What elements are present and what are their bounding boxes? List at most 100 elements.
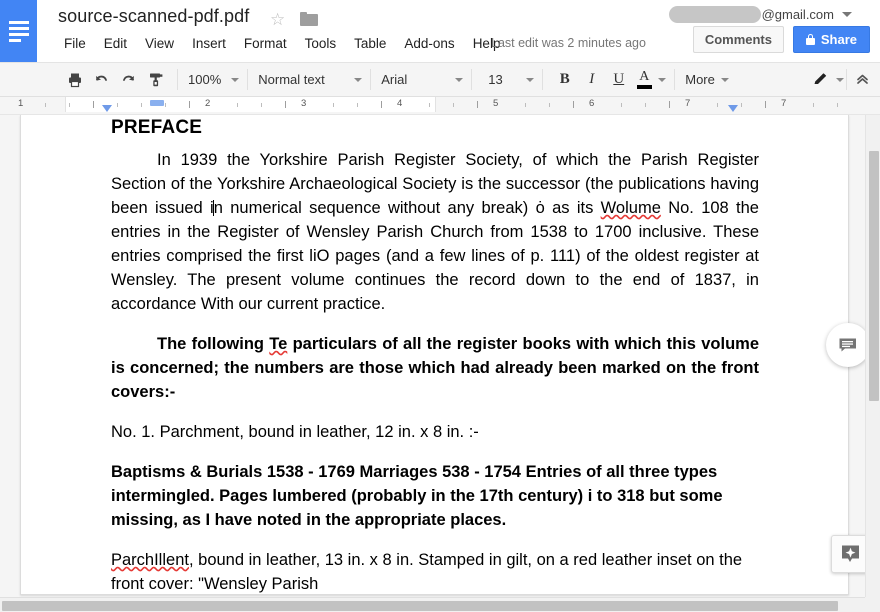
menu-item-tools[interactable]: Tools — [296, 34, 346, 53]
paint-format-icon[interactable] — [142, 66, 169, 93]
paragraph-2-lead: The following — [157, 335, 269, 353]
toolbar-divider — [542, 69, 543, 90]
account-chip[interactable]: @gmail.com — [669, 6, 852, 23]
toolbar-group-actions — [55, 62, 175, 97]
zoom-select[interactable]: 100% — [180, 66, 245, 93]
tab-stop-marker[interactable] — [150, 100, 164, 106]
misspelled-word[interactable]: ParchIllent — [111, 551, 189, 569]
chevron-down-icon — [526, 78, 534, 82]
chevron-down-icon[interactable] — [658, 78, 666, 82]
more-label: More — [685, 72, 715, 87]
toolbar: 100% Normal text Arial 13 B I U A — [0, 62, 880, 97]
indent-marker-right[interactable] — [728, 105, 738, 112]
toolbar-divider — [177, 69, 178, 90]
document-title[interactable]: source-scanned-pdf.pdf — [58, 6, 249, 27]
last-edit-status[interactable]: Last edit was 2 minutes ago — [491, 36, 646, 50]
chevron-down-icon[interactable] — [842, 12, 852, 17]
paragraph-1[interactable]: In 1939 the Yorkshire Parish Register So… — [111, 148, 759, 316]
redacted-account-name — [669, 6, 761, 23]
ruler-number: 1 — [18, 98, 23, 109]
text-color-swatch — [637, 85, 652, 89]
vertical-scrollbar-thumb[interactable] — [869, 151, 879, 401]
lock-icon — [806, 34, 815, 45]
more-button[interactable]: More — [677, 66, 735, 93]
menu-item-format[interactable]: Format — [235, 34, 296, 53]
underline-button[interactable]: U — [605, 66, 632, 93]
logo-line — [9, 21, 29, 24]
undo-icon[interactable] — [88, 66, 115, 93]
menu-item-view[interactable]: View — [136, 34, 183, 53]
account-email: @gmail.com — [762, 7, 834, 22]
toolbar-divider — [370, 69, 371, 90]
comments-button[interactable]: Comments — [693, 26, 784, 53]
logo-line — [9, 33, 29, 36]
ruler-number: 7 — [781, 98, 786, 109]
menu-item-file[interactable]: File — [58, 34, 95, 53]
text-color-button[interactable]: A — [632, 66, 656, 93]
toolbar-group-format: B I U A — [545, 62, 672, 97]
share-button[interactable]: Share — [793, 26, 870, 53]
menu-bar: File Edit View Insert Format Tools Table… — [58, 34, 509, 53]
ruler-number: 2 — [205, 98, 210, 109]
ruler-number: 3 — [301, 98, 306, 109]
app-header: source-scanned-pdf.pdf ☆ File Edit View … — [0, 0, 880, 62]
chevron-down-icon — [354, 78, 362, 82]
chevron-down-icon — [455, 78, 463, 82]
paragraph-style-select[interactable]: Normal text — [250, 66, 368, 93]
font-family-select[interactable]: Arial — [373, 66, 469, 93]
misspelled-word[interactable]: Wolume — [601, 199, 661, 217]
pencil-icon[interactable] — [807, 66, 834, 93]
ruler-number: 4 — [397, 98, 402, 109]
document-page[interactable]: PREFACE In 1939 the Yorkshire Parish Reg… — [20, 115, 849, 595]
chevron-down-icon — [721, 78, 729, 82]
ruler[interactable]: 1 2 3 4 5 6 7 7 — [0, 97, 880, 115]
menu-item-insert[interactable]: Insert — [183, 34, 235, 53]
zoom-value: 100% — [188, 72, 221, 87]
toolbar-divider — [247, 69, 248, 90]
ruler-number: 7 — [685, 98, 690, 109]
document-body[interactable]: PREFACE In 1939 the Yorkshire Parish Reg… — [111, 115, 759, 597]
scrollbar-corner — [865, 597, 880, 612]
bold-button[interactable]: B — [551, 66, 578, 93]
ruler-number: 5 — [493, 98, 498, 109]
vertical-scrollbar[interactable] — [865, 115, 880, 597]
paragraph-3[interactable]: No. 1. Parchment, bound in leather, 12 i… — [111, 420, 759, 444]
font-family-value: Arial — [381, 72, 407, 87]
chevron-down-icon — [231, 78, 239, 82]
menu-item-edit[interactable]: Edit — [95, 34, 136, 53]
docs-logo-icon[interactable] — [0, 0, 37, 62]
paragraph-4[interactable]: Baptisms & Burials 1538 - 1769 Marriages… — [111, 460, 759, 532]
chevron-double-up-icon[interactable] — [849, 66, 876, 93]
paragraph-1-text-after-caret: n numerical sequence without any break) … — [214, 199, 601, 217]
lock-body — [806, 38, 815, 45]
paragraph-2[interactable]: The following Te particulars of all the … — [111, 332, 759, 404]
toolbar-divider — [674, 69, 675, 90]
menu-item-table[interactable]: Table — [345, 34, 395, 53]
chevron-down-icon[interactable] — [836, 78, 844, 82]
explore-button[interactable] — [831, 535, 869, 573]
misspelled-word[interactable]: Te — [269, 335, 287, 353]
toolbar-divider — [471, 69, 472, 90]
menu-item-addons[interactable]: Add-ons — [395, 34, 463, 53]
folder-icon[interactable] — [300, 12, 318, 26]
paragraph-5-rest: , bound in leather, 13 in. x 8 in. Stamp… — [111, 551, 742, 593]
print-icon[interactable] — [61, 66, 88, 93]
share-button-label: Share — [821, 32, 857, 47]
logo-line — [9, 27, 29, 30]
italic-button[interactable]: I — [578, 66, 605, 93]
comment-icon[interactable] — [826, 323, 870, 367]
horizontal-scrollbar[interactable] — [0, 597, 880, 612]
toolbar-divider — [846, 69, 847, 90]
paragraph-5[interactable]: ParchIllent, bound in leather, 13 in. x … — [111, 548, 759, 596]
ruler-number: 6 — [589, 98, 594, 109]
font-size-select[interactable]: 13 — [474, 66, 540, 93]
paragraph-style-value: Normal text — [258, 72, 324, 87]
indent-marker-left[interactable] — [102, 105, 112, 112]
star-icon[interactable]: ☆ — [270, 11, 288, 29]
horizontal-scrollbar-thumb[interactable] — [2, 601, 838, 611]
text-color-label: A — [639, 70, 649, 84]
document-canvas: PREFACE In 1939 the Yorkshire Parish Reg… — [0, 115, 880, 597]
folder-body — [300, 14, 318, 26]
page-title: PREFACE — [111, 115, 759, 139]
redo-icon[interactable] — [115, 66, 142, 93]
